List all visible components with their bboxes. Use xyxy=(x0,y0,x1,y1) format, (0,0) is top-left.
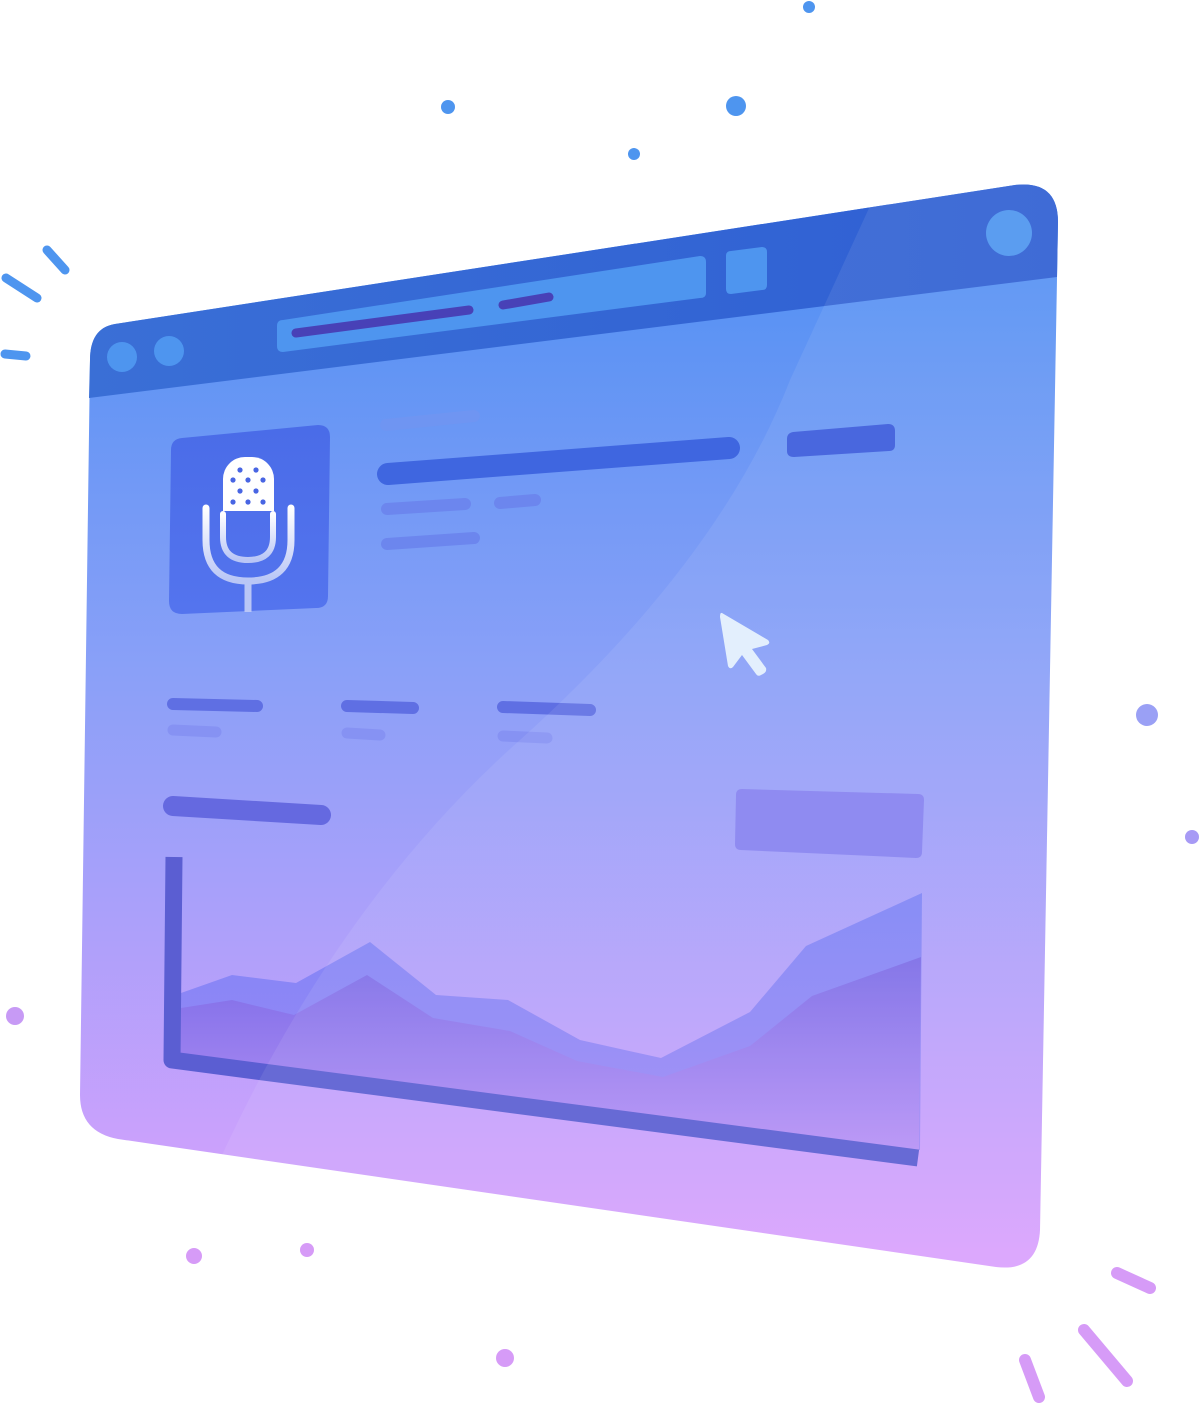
stat-label-placeholder xyxy=(341,727,386,741)
podcast-meta-placeholder xyxy=(494,494,541,509)
window-close-button[interactable] xyxy=(107,342,137,372)
podcast-description-placeholder xyxy=(381,532,480,550)
confetti-dot xyxy=(1185,830,1199,844)
confetti-right xyxy=(1136,704,1199,844)
illustration-scene xyxy=(0,1,1199,1403)
spark-line xyxy=(42,245,70,275)
stat-value-placeholder xyxy=(341,700,419,714)
confetti-dot xyxy=(6,1007,24,1025)
confetti-dot xyxy=(1136,704,1158,726)
podcast-artwork xyxy=(169,425,330,614)
spark-line xyxy=(1,273,42,303)
spark-line xyxy=(1078,1324,1133,1387)
confetti-dot xyxy=(628,148,640,160)
confetti-dot xyxy=(726,96,746,116)
confetti-dot xyxy=(803,1,815,13)
chart-title-placeholder xyxy=(163,796,331,825)
stat-label-placeholder xyxy=(167,724,222,738)
spark-line xyxy=(1019,1354,1045,1403)
window-minimize-button[interactable] xyxy=(154,336,184,366)
confetti-dot xyxy=(300,1243,314,1257)
spark-line xyxy=(0,349,31,361)
browser-window xyxy=(80,184,1058,1268)
address-bar-action-button[interactable] xyxy=(726,247,767,294)
podcast-meta-placeholder xyxy=(381,498,471,515)
stat-value-placeholder xyxy=(167,698,263,712)
confetti-dot xyxy=(186,1248,202,1264)
spark-line xyxy=(1111,1267,1156,1294)
confetti-dot xyxy=(441,100,455,114)
confetti-dot xyxy=(496,1349,514,1367)
